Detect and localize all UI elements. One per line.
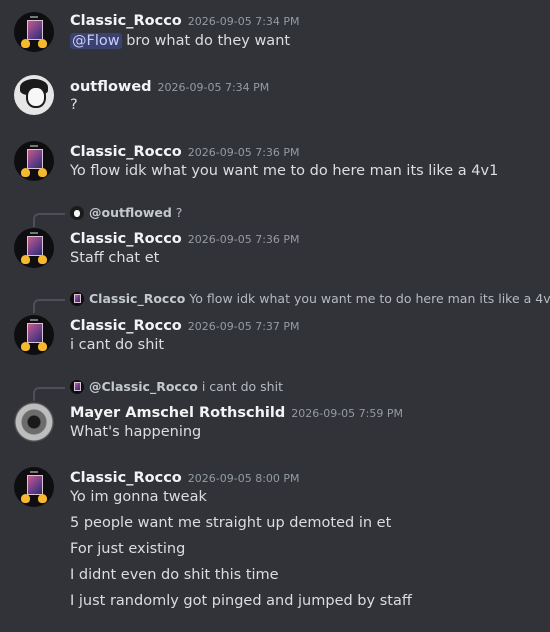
avatar[interactable]	[14, 141, 54, 181]
message-content: I didnt even do shit this time	[70, 567, 279, 583]
message-content: 5 people want me straight up demoted in …	[70, 515, 392, 531]
username[interactable]: Classic_Rocco	[70, 318, 182, 334]
message-content: i cant do shit	[70, 337, 165, 353]
username[interactable]: outflowed	[70, 79, 152, 95]
timestamp: 2026-09-05 7:34 PM	[157, 81, 270, 94]
reply-spine	[33, 299, 65, 313]
username[interactable]: Classic_Rocco	[70, 13, 182, 29]
reply-avatar	[70, 206, 84, 220]
reply-avatar	[70, 380, 84, 394]
user-mention[interactable]: @Flow	[70, 33, 122, 49]
reply-avatar	[70, 292, 84, 306]
reply-author[interactable]: @outflowed	[89, 205, 172, 220]
message-content: What's happening	[70, 424, 202, 440]
reply-author[interactable]: @Classic_Rocco	[89, 379, 198, 394]
avatar[interactable]	[14, 402, 54, 442]
username[interactable]: Classic_Rocco	[70, 470, 182, 486]
reply-text: ?	[175, 205, 183, 220]
timestamp: 2026-09-05 8:00 PM	[187, 472, 300, 485]
reply-author[interactable]: Classic_Rocco	[89, 291, 185, 306]
reply-spine	[33, 213, 65, 227]
username[interactable]: Classic_Rocco	[70, 144, 182, 160]
message-content: Staff chat et	[70, 250, 160, 266]
username[interactable]: Mayer Amschel Rothschild	[70, 405, 285, 421]
reply-text: i cant do shit	[201, 379, 283, 394]
avatar[interactable]	[14, 228, 54, 268]
avatar[interactable]	[14, 467, 54, 507]
message-content: ?	[70, 97, 78, 113]
reply-spine	[33, 387, 65, 401]
timestamp: 2026-09-05 7:36 PM	[187, 233, 300, 246]
avatar[interactable]	[14, 315, 54, 355]
reply-text: Yo flow idk what you want me to do here …	[189, 291, 550, 306]
avatar[interactable]	[14, 12, 54, 52]
timestamp: 2026-09-05 7:36 PM	[187, 146, 300, 159]
message-content: For just existing	[70, 541, 186, 557]
message-content: @Flow bro what do they want	[70, 33, 291, 49]
timestamp: 2026-09-05 7:34 PM	[187, 15, 300, 28]
message-content: Yo im gonna tweak	[70, 489, 207, 505]
avatar[interactable]	[14, 75, 54, 115]
message-content: I just randomly got pinged and jumped by…	[70, 593, 412, 609]
timestamp: 2026-09-05 7:59 PM	[291, 407, 403, 420]
timestamp: 2026-09-05 7:37 PM	[187, 320, 300, 333]
username[interactable]: Classic_Rocco	[70, 231, 182, 247]
message-content: Yo flow idk what you want me to do here …	[70, 163, 499, 179]
